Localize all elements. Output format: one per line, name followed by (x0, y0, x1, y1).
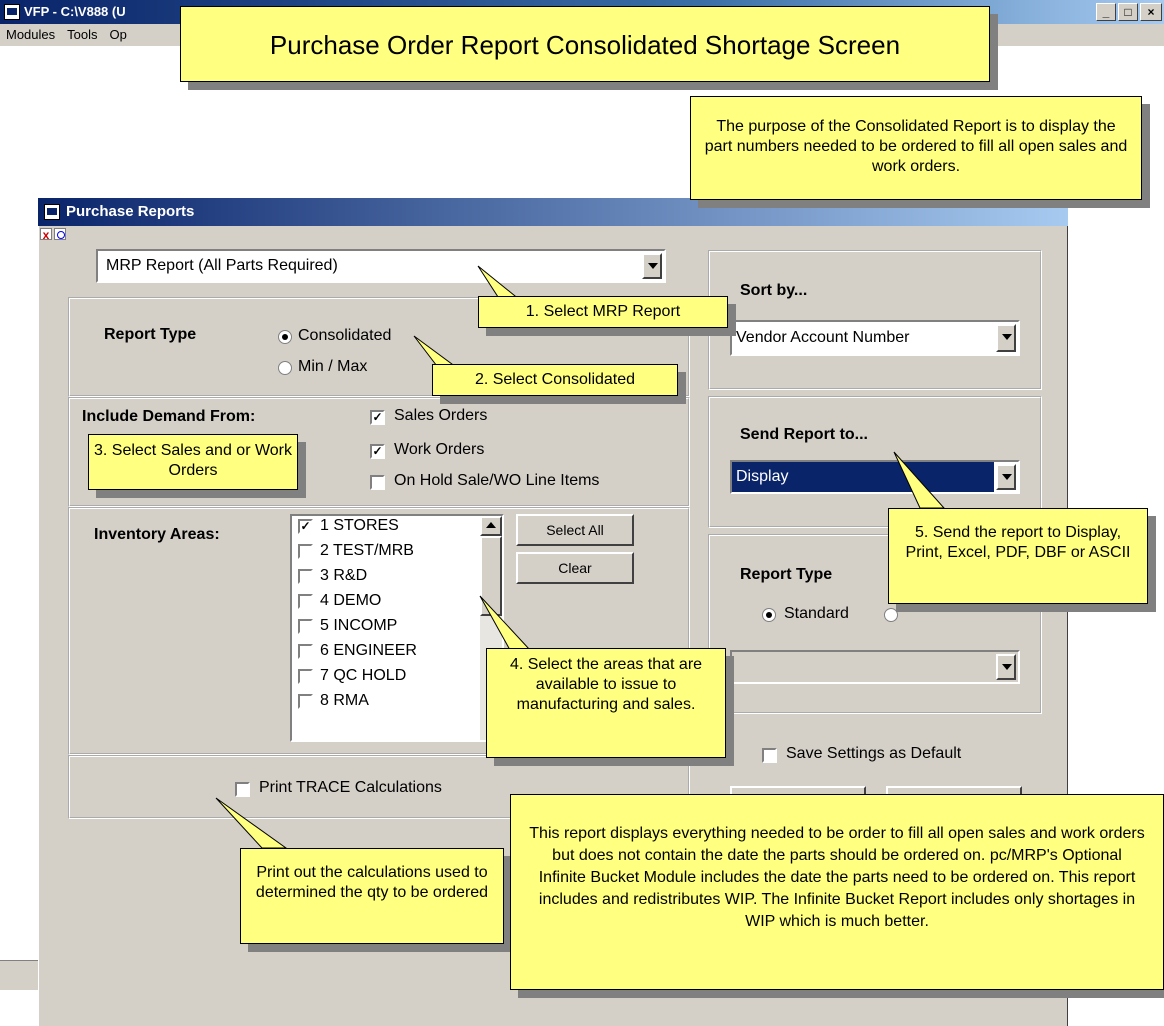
save-default-label[interactable]: Save Settings as Default (786, 745, 961, 763)
dialog-title: Purchase Reports (66, 203, 195, 220)
on-hold-checkbox[interactable] (370, 475, 385, 490)
close-icon[interactable]: × (1140, 3, 1162, 21)
app-title: VFP - C:\V888 (U (24, 4, 126, 19)
report-format-select[interactable] (730, 650, 1020, 684)
work-orders-checkbox[interactable]: ✓ (370, 444, 385, 459)
chevron-down-icon[interactable] (996, 464, 1016, 490)
right-report-type-label: Report Type (740, 566, 833, 583)
min-max-radio[interactable] (278, 361, 292, 375)
send-to-value: Display (736, 468, 789, 485)
maximize-icon[interactable]: □ (1118, 3, 1138, 21)
bottom-note-callout: This report displays everything needed t… (510, 794, 1164, 990)
app-window-icon[interactable] (4, 4, 20, 20)
purpose-callout: The purpose of the Consolidated Report i… (690, 96, 1142, 200)
dialog-window-icon (44, 204, 60, 220)
send-to-select[interactable]: Display (730, 460, 1020, 494)
menu-modules[interactable]: Modules (6, 27, 55, 42)
step2-callout: 2. Select Consolidated (432, 364, 678, 396)
report-select-value: MRP Report (All Parts Required) (106, 257, 338, 274)
area-label-incomp: 5 INCOMP (320, 617, 398, 634)
standard-label[interactable]: Standard (784, 605, 849, 623)
page-title: Purchase Order Report Consolidated Short… (180, 6, 990, 82)
scroll-up-icon[interactable] (480, 516, 502, 536)
sort-by-select[interactable]: Vendor Account Number (730, 320, 1020, 356)
sales-orders-label[interactable]: Sales Orders (394, 407, 487, 425)
menu-options[interactable]: Op (110, 27, 127, 42)
second-report-type-radio[interactable] (884, 608, 898, 622)
send-to-label: Send Report to... (740, 426, 868, 443)
step4-callout: 4. Select the areas that are available t… (486, 648, 726, 758)
area-checkbox-test-mrb[interactable] (298, 544, 313, 559)
area-label-test-mrb: 2 TEST/MRB (320, 542, 414, 559)
area-checkbox-qc-hold[interactable] (298, 669, 313, 684)
area-checkbox-incomp[interactable] (298, 619, 313, 634)
min-max-label[interactable]: Min / Max (298, 358, 367, 376)
menu-tools[interactable]: Tools (67, 27, 97, 42)
dialog-close-icon[interactable]: x (40, 228, 52, 241)
area-checkbox-engineer[interactable] (298, 644, 313, 659)
sales-orders-checkbox[interactable]: ✓ (370, 410, 385, 425)
standard-radio[interactable] (762, 608, 776, 622)
dialog-options-icon[interactable] (54, 228, 66, 240)
demand-label: Include Demand From: (82, 408, 256, 425)
step5-callout: 5. Send the report to Display, Print, Ex… (888, 508, 1148, 604)
step3-callout: 3. Select Sales and or Work Orders (88, 434, 298, 490)
inventory-areas-label: Inventory Areas: (94, 526, 220, 543)
save-default-checkbox[interactable] (762, 748, 777, 763)
report-type-label: Report Type (104, 326, 197, 343)
trace-checkbox[interactable] (235, 782, 250, 797)
on-hold-label[interactable]: On Hold Sale/WO Line Items (394, 472, 599, 490)
area-label-rd: 3 R&D (320, 567, 368, 584)
area-checkbox-rd[interactable] (298, 569, 313, 584)
area-label-rma: 8 RMA (320, 692, 369, 709)
area-label-stores: 1 STORES (320, 517, 399, 534)
area-label-demo: 4 DEMO (320, 592, 382, 609)
area-label-engineer: 6 ENGINEER (320, 642, 417, 659)
consolidated-radio[interactable] (278, 330, 292, 344)
report-select[interactable]: MRP Report (All Parts Required) (96, 249, 666, 283)
consolidated-label[interactable]: Consolidated (298, 327, 391, 345)
area-checkbox-stores[interactable]: ✓ (298, 519, 313, 534)
trace-label[interactable]: Print TRACE Calculations (259, 779, 442, 797)
chevron-down-icon[interactable] (996, 324, 1016, 352)
chevron-down-icon[interactable] (642, 253, 662, 279)
sort-by-label: Sort by... (740, 282, 808, 299)
work-orders-label[interactable]: Work Orders (394, 441, 484, 459)
chevron-down-icon[interactable] (996, 654, 1016, 680)
trace-callout: Print out the calculations used to deter… (240, 848, 504, 944)
sort-by-value: Vendor Account Number (736, 329, 910, 346)
select-all-button[interactable]: Select All (516, 514, 634, 546)
area-checkbox-rma[interactable] (298, 694, 313, 709)
scroll-thumb[interactable] (480, 536, 502, 616)
area-checkbox-demo[interactable] (298, 594, 313, 609)
clear-button[interactable]: Clear (516, 552, 634, 584)
step1-callout: 1. Select MRP Report (478, 296, 728, 328)
dialog-titlebar: Purchase Reports (38, 198, 1068, 226)
area-label-qc-hold: 7 QC HOLD (320, 667, 407, 684)
minimize-icon[interactable]: _ (1096, 3, 1116, 21)
